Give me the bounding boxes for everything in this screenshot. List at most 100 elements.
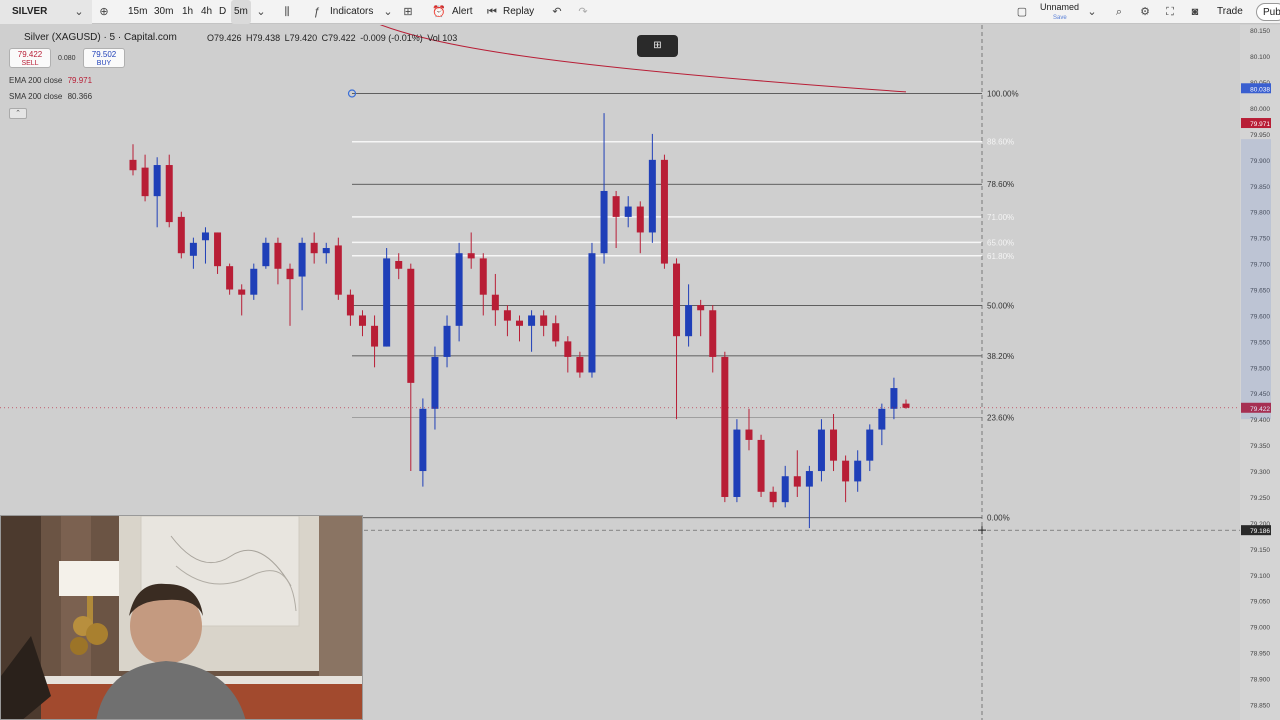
- candle-body[interactable]: [274, 242, 282, 269]
- candle-body[interactable]: [854, 460, 862, 482]
- fullscreen-icon[interactable]: ⛶: [1162, 0, 1178, 24]
- candle-body[interactable]: [745, 429, 753, 440]
- candle-body[interactable]: [334, 245, 342, 295]
- candle-body[interactable]: [238, 289, 246, 295]
- interval-15m[interactable]: 15m: [128, 0, 147, 24]
- buy-button[interactable]: 79.502 BUY: [83, 48, 125, 68]
- candle-body[interactable]: [467, 253, 475, 259]
- candle-body[interactable]: [552, 323, 560, 342]
- candle-body[interactable]: [612, 196, 620, 217]
- candle-body[interactable]: [516, 320, 523, 326]
- alert-button[interactable]: Alert: [452, 0, 473, 24]
- layout-chevron-icon[interactable]: ⌄: [1086, 0, 1098, 24]
- candle-body[interactable]: [673, 263, 681, 337]
- candle-body[interactable]: [214, 232, 222, 267]
- candle-body[interactable]: [648, 159, 656, 233]
- candle-body[interactable]: [902, 403, 910, 408]
- interval-chevron-icon[interactable]: ⌄: [256, 0, 266, 24]
- interval-1h[interactable]: 1h: [182, 0, 193, 24]
- candle-body[interactable]: [503, 310, 511, 321]
- candle-body[interactable]: [479, 258, 487, 295]
- quick-search-icon[interactable]: ⌕: [1111, 0, 1127, 24]
- candle-body[interactable]: [540, 315, 548, 326]
- candle-body[interactable]: [165, 165, 173, 223]
- candle-body[interactable]: [564, 341, 572, 357]
- ema-legend[interactable]: EMA 200 close 79.971: [9, 76, 92, 85]
- interval-4h[interactable]: 4h: [201, 0, 212, 24]
- candle-body[interactable]: [660, 159, 668, 264]
- candle-body[interactable]: [866, 429, 874, 461]
- trade-button[interactable]: Trade: [1217, 0, 1243, 24]
- candle-body[interactable]: [830, 429, 838, 461]
- candle-body[interactable]: [709, 310, 717, 357]
- candle-body[interactable]: [817, 429, 825, 472]
- chevron-down-icon[interactable]: ⌄: [72, 0, 86, 24]
- candle-body[interactable]: [189, 242, 197, 256]
- candle-body[interactable]: [588, 253, 596, 373]
- candle-body[interactable]: [419, 408, 427, 472]
- candle-body[interactable]: [624, 206, 632, 217]
- candle-body[interactable]: [226, 266, 234, 290]
- candle-body[interactable]: [528, 315, 536, 326]
- candle-body[interactable]: [153, 165, 161, 197]
- replay-button[interactable]: Replay: [503, 0, 534, 24]
- candle-body[interactable]: [322, 248, 330, 254]
- candle-body[interactable]: [757, 439, 765, 492]
- candle-body[interactable]: [407, 268, 415, 383]
- candle-type-icon[interactable]: ⫼: [279, 0, 295, 24]
- indicators-icon[interactable]: ƒ: [310, 0, 324, 24]
- candle-body[interactable]: [721, 356, 729, 497]
- interval-30m[interactable]: 30m: [154, 0, 173, 24]
- candle-body[interactable]: [286, 268, 294, 280]
- candle-body[interactable]: [781, 476, 789, 503]
- candle-body[interactable]: [177, 216, 185, 254]
- candle-body[interactable]: [636, 206, 644, 233]
- candle-body[interactable]: [262, 242, 270, 267]
- templates-icon[interactable]: ⊞: [400, 0, 416, 24]
- sell-button[interactable]: 79.422 SELL: [9, 48, 51, 68]
- candle-body[interactable]: [697, 305, 705, 311]
- compare-plus-icon[interactable]: ⊕: [96, 0, 112, 24]
- candle-body[interactable]: [491, 294, 499, 311]
- replay-icon[interactable]: ⏮: [485, 0, 499, 24]
- candle-body[interactable]: [250, 268, 258, 295]
- interval-d[interactable]: D: [219, 0, 226, 24]
- layout-icon[interactable]: ▢: [1015, 0, 1029, 24]
- candle-body[interactable]: [371, 325, 379, 347]
- indicators-chevron-icon[interactable]: ⌄: [383, 0, 393, 24]
- candle-body[interactable]: [383, 258, 391, 347]
- candle-body[interactable]: [878, 408, 886, 430]
- candle-body[interactable]: [346, 294, 354, 316]
- candle-body[interactable]: [298, 242, 306, 277]
- candle-body[interactable]: [793, 476, 801, 487]
- undo-icon[interactable]: ↶: [550, 0, 564, 24]
- candle-body[interactable]: [769, 491, 777, 503]
- drawing-toolbar-button[interactable]: ⊞: [637, 35, 678, 57]
- candle-body[interactable]: [733, 429, 741, 497]
- indicators-button[interactable]: Indicators: [330, 0, 373, 24]
- candle-body[interactable]: [842, 460, 850, 482]
- candle-body[interactable]: [431, 356, 439, 409]
- candle-body[interactable]: [685, 305, 693, 337]
- redo-icon[interactable]: ↷: [576, 0, 590, 24]
- layout-name[interactable]: Unnamed Save: [1040, 2, 1079, 26]
- publish-button[interactable]: Pub: [1256, 3, 1280, 21]
- candle-body[interactable]: [890, 388, 898, 409]
- interval-5m[interactable]: 5m: [231, 0, 251, 24]
- candle-body[interactable]: [600, 190, 608, 254]
- camera-icon[interactable]: ◙: [1187, 0, 1203, 24]
- candle-body[interactable]: [443, 325, 451, 357]
- candle-body[interactable]: [129, 159, 137, 171]
- candle-body[interactable]: [455, 253, 463, 326]
- candle-body[interactable]: [358, 315, 366, 326]
- candle-body[interactable]: [395, 260, 403, 269]
- candle-body[interactable]: [310, 242, 318, 254]
- candle-body[interactable]: [805, 471, 813, 487]
- sma-legend[interactable]: SMA 200 close 80.366: [9, 92, 92, 101]
- candle-body[interactable]: [201, 232, 209, 241]
- candle-body[interactable]: [576, 356, 584, 373]
- settings-gear-icon[interactable]: ⚙: [1137, 0, 1153, 24]
- collapse-legend-button[interactable]: ⌃: [9, 108, 27, 119]
- candle-body[interactable]: [141, 167, 149, 197]
- alert-icon[interactable]: ⏰: [432, 0, 446, 24]
